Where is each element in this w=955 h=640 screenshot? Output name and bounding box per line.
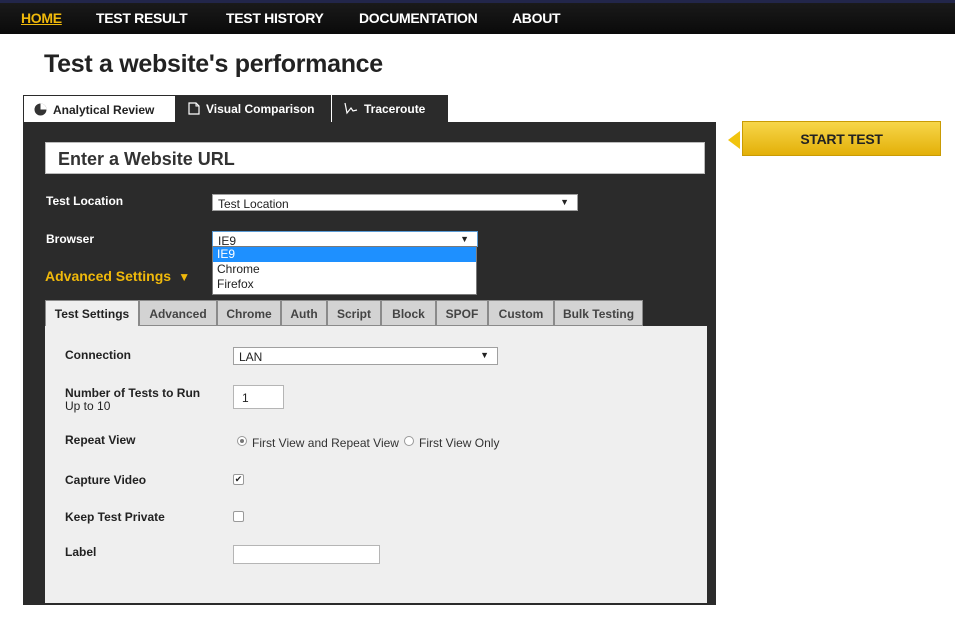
radio-first-and-repeat[interactable] — [237, 436, 247, 446]
start-arrow — [728, 131, 740, 149]
start-test-button[interactable]: START TEST — [742, 121, 941, 156]
advanced-settings-label: Advanced Settings — [45, 268, 172, 284]
keep-private-checkbox[interactable] — [233, 511, 244, 522]
top-nav: HOME TEST RESULT TEST HISTORY DOCUMENTAT… — [0, 0, 955, 34]
browser-label: Browser — [46, 232, 95, 246]
browser-dropdown: IE9 Chrome Firefox — [212, 246, 477, 295]
advanced-settings-toggle[interactable]: Advanced Settings ▼ — [45, 268, 190, 284]
trace-icon — [344, 102, 358, 118]
label-field-label: Label — [65, 545, 97, 559]
num-tests-input[interactable]: 1 — [233, 385, 284, 409]
subtab-advanced[interactable]: Advanced — [139, 300, 217, 326]
label-input[interactable] — [233, 545, 380, 564]
repeat-view-label: Repeat View — [65, 433, 136, 447]
num-tests-label: Number of Tests to Run — [65, 386, 201, 400]
radio-first-and-repeat-label: First View and Repeat View — [252, 436, 399, 450]
document-icon — [188, 102, 200, 118]
tab-label: Visual Comparison — [206, 102, 315, 117]
url-input[interactable]: Enter a Website URL — [45, 142, 705, 174]
connection-select[interactable]: LAN ▼ — [233, 347, 498, 365]
subtab-custom[interactable]: Custom — [488, 300, 554, 326]
subtab-auth[interactable]: Auth — [281, 300, 327, 326]
subtab-bulk-testing[interactable]: Bulk Testing — [554, 300, 643, 326]
chevron-down-icon: ▼ — [480, 350, 489, 360]
triangle-down-icon: ▼ — [174, 270, 191, 284]
subtab-spof[interactable]: SPOF — [436, 300, 488, 326]
browser-option-firefox[interactable]: Firefox — [213, 277, 476, 292]
browser-option-ie9[interactable]: IE9 — [213, 247, 476, 262]
tab-label: Traceroute — [364, 102, 426, 117]
start-test-label: START TEST — [800, 131, 883, 147]
keep-private-label: Keep Test Private — [65, 510, 165, 524]
radio-first-only[interactable] — [404, 436, 414, 446]
nav-test-history[interactable]: TEST HISTORY — [226, 10, 324, 26]
subtab-chrome[interactable]: Chrome — [217, 300, 281, 326]
url-placeholder: Enter a Website URL — [58, 149, 235, 169]
radio-first-only-label: First View Only — [419, 436, 500, 450]
connection-label: Connection — [65, 348, 131, 362]
capture-video-label: Capture Video — [65, 473, 147, 487]
tab-traceroute[interactable]: Traceroute — [332, 95, 448, 123]
browser-select[interactable]: IE9 ▼ — [212, 231, 478, 248]
nav-test-result[interactable]: TEST RESULT — [96, 10, 188, 26]
connection-value: LAN — [239, 350, 263, 364]
tab-label: Analytical Review — [53, 103, 155, 118]
nav-home[interactable]: HOME — [21, 10, 62, 26]
browser-option-chrome[interactable]: Chrome — [213, 262, 476, 277]
tab-visual-comparison[interactable]: Visual Comparison — [176, 95, 331, 123]
subtab-block[interactable]: Block — [381, 300, 436, 326]
test-location-select[interactable]: Test Location ▼ — [212, 194, 578, 211]
nav-documentation[interactable]: DOCUMENTATION — [359, 10, 478, 26]
test-location-label: Test Location — [46, 194, 124, 208]
capture-video-checkbox[interactable]: ✔ — [233, 474, 244, 485]
tab-analytical-review[interactable]: Analytical Review — [23, 95, 176, 123]
page-title: Test a website's performance — [44, 50, 383, 78]
subtab-script[interactable]: Script — [327, 300, 381, 326]
nav-about[interactable]: ABOUT — [512, 10, 561, 26]
test-location-value: Test Location — [218, 197, 289, 211]
num-tests-sublabel: Up to 10 — [65, 399, 111, 413]
subtab-test-settings[interactable]: Test Settings — [45, 300, 139, 327]
chart-pie-icon — [34, 103, 47, 119]
chevron-down-icon: ▼ — [560, 197, 569, 207]
chevron-down-icon: ▼ — [460, 234, 469, 244]
